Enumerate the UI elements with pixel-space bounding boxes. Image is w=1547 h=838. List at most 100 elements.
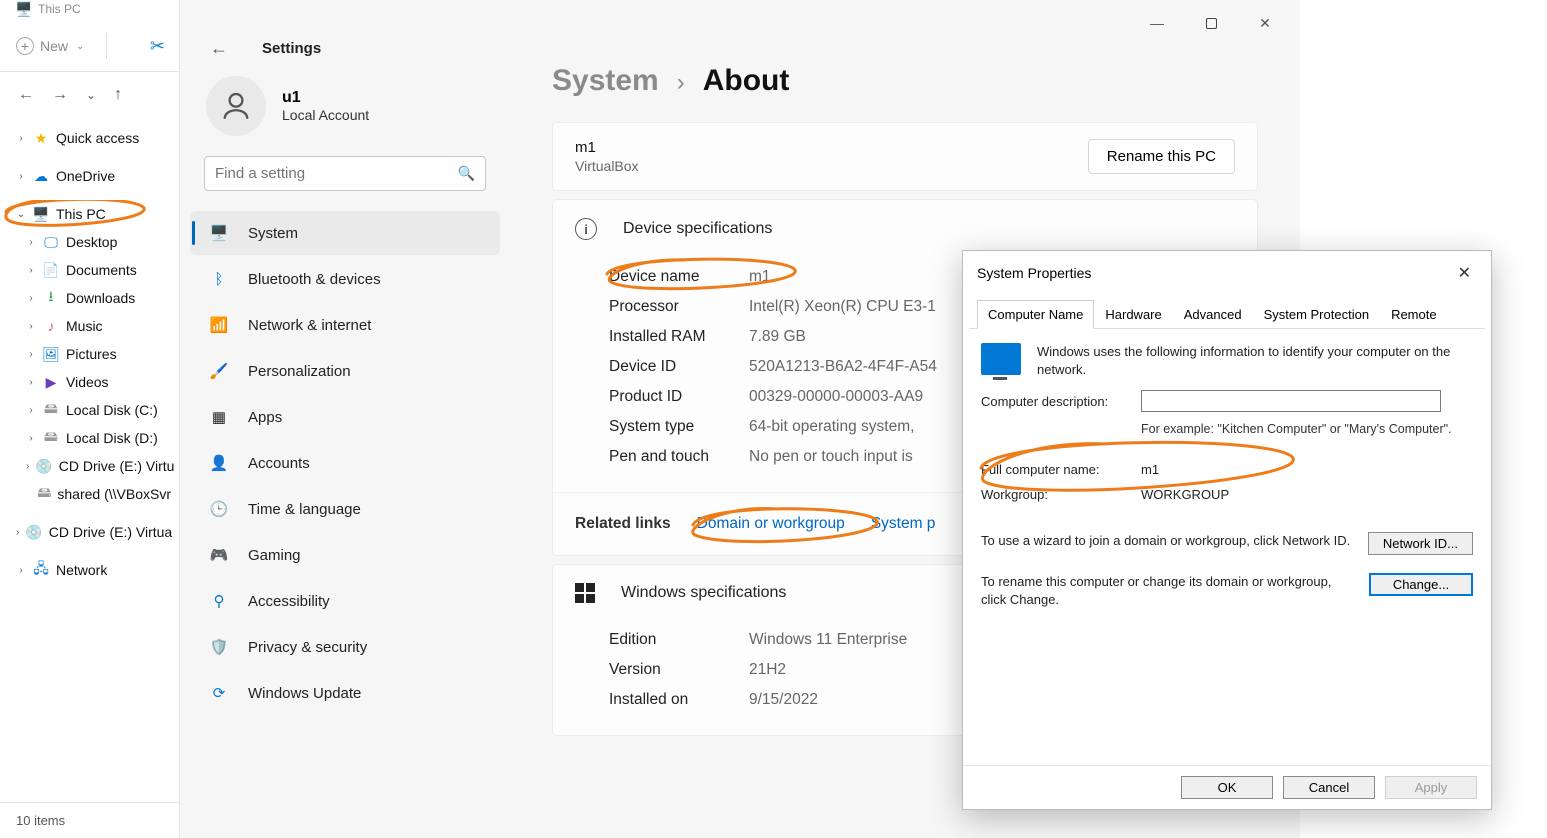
nav-network[interactable]: 📶Network & internet <box>190 303 500 347</box>
plus-icon: + <box>16 37 34 55</box>
change-button[interactable]: Change... <box>1369 573 1473 596</box>
nav-apps[interactable]: ▦Apps <box>190 395 500 439</box>
tree-network[interactable]: ›🖧Network <box>0 556 179 584</box>
spec-value: Intel(R) Xeon(R) CPU E3-1 <box>749 298 936 316</box>
tree-label: This PC <box>56 206 106 222</box>
tree-label: Local Disk (D:) <box>66 430 158 446</box>
spec-value: 64-bit operating system, <box>749 418 914 436</box>
desktop-icon: 🖵 <box>42 234 60 250</box>
tree-videos[interactable]: ›▶Videos <box>0 368 179 396</box>
tree-label: Pictures <box>66 346 117 362</box>
tab-computer-name[interactable]: Computer Name <box>977 300 1094 329</box>
pc-model: VirtualBox <box>575 158 639 174</box>
nav-update[interactable]: ⟳Windows Update <box>190 671 500 715</box>
toolbar-divider <box>106 33 107 59</box>
tree-local-c[interactable]: ›🖴Local Disk (C:) <box>0 396 179 424</box>
nav-label: Personalization <box>248 363 351 380</box>
pc-header-card: m1 VirtualBox Rename this PC <box>552 122 1258 191</box>
nav-label: Gaming <box>248 547 301 564</box>
info-icon: i <box>575 218 597 240</box>
spec-label: Installed RAM <box>609 328 749 346</box>
tree-this-pc[interactable]: ⌄🖥️This PC <box>0 200 179 228</box>
nav-system[interactable]: 🖥️System <box>190 211 500 255</box>
windows-spec-title: Windows specifications <box>621 584 786 602</box>
nav-label: Bluetooth & devices <box>248 271 381 288</box>
workgroup-label: Workgroup: <box>981 487 1141 502</box>
breadcrumb-root[interactable]: System <box>552 64 659 98</box>
dialog-close-button[interactable]: ✕ <box>1450 259 1479 287</box>
pc-icon: 🖥️ <box>15 1 33 17</box>
nav-accessibility[interactable]: ⚲Accessibility <box>190 579 500 623</box>
description-hint: For example: "Kitchen Computer" or "Mary… <box>1141 422 1473 436</box>
star-icon: ★ <box>32 130 50 146</box>
tree-shared[interactable]: 🖴shared (\\VBoxSvr <box>0 480 179 508</box>
spec-value: 21H2 <box>749 661 786 679</box>
tab-advanced[interactable]: Advanced <box>1173 300 1253 329</box>
tree-label: CD Drive (E:) Virtu <box>59 458 175 474</box>
network-id-button[interactable]: Network ID... <box>1368 532 1473 555</box>
tree-onedrive[interactable]: ›☁OneDrive <box>0 162 179 190</box>
settings-search[interactable]: 🔍 <box>204 156 486 191</box>
nav-recent-button[interactable]: ⌄ <box>86 88 96 102</box>
nav-gaming[interactable]: 🎮Gaming <box>190 533 500 577</box>
system-protection-link[interactable]: System p <box>871 515 936 533</box>
spec-label: Product ID <box>609 388 749 406</box>
chevron-down-icon: ⌄ <box>76 41 84 52</box>
nav-label: Time & language <box>248 501 361 518</box>
user-profile[interactable]: u1 Local Account <box>186 70 504 156</box>
rename-pc-button[interactable]: Rename this PC <box>1088 139 1235 174</box>
computer-description-input[interactable] <box>1141 390 1441 412</box>
apply-button[interactable]: Apply <box>1385 776 1477 799</box>
tree-cd-e2[interactable]: ›💿CD Drive (E:) Virtua <box>0 518 179 546</box>
maximize-button[interactable] <box>1188 7 1234 39</box>
nav-label: Accounts <box>248 455 310 472</box>
nav-label: Privacy & security <box>248 639 367 656</box>
tree-music[interactable]: ›♪Music <box>0 312 179 340</box>
search-input[interactable] <box>215 165 458 182</box>
breadcrumb-sep: › <box>677 69 685 97</box>
new-label: New <box>40 38 68 54</box>
explorer-title: This PC <box>38 2 81 16</box>
nav-time[interactable]: 🕒 Time & language <box>190 487 500 531</box>
spec-value: 9/15/2022 <box>749 691 818 709</box>
tab-remote[interactable]: Remote <box>1380 300 1448 329</box>
nav-forward-button[interactable]: → <box>52 86 68 104</box>
pictures-icon: 🖼 <box>42 346 60 362</box>
ok-button[interactable]: OK <box>1181 776 1273 799</box>
nav-privacy[interactable]: 🛡️Privacy & security <box>190 625 500 669</box>
spec-label: Edition <box>609 631 749 649</box>
spec-value: 00329-00000-00003-AA9 <box>749 388 923 406</box>
tree-downloads[interactable]: ›⭳Downloads <box>0 284 179 312</box>
tree-quick-access[interactable]: ›★Quick access <box>0 124 179 152</box>
tree-desktop[interactable]: ›🖵Desktop <box>0 228 179 256</box>
spec-value: No pen or touch input is <box>749 448 913 466</box>
search-icon: 🔍 <box>458 165 475 182</box>
tree-label: Quick access <box>56 130 139 146</box>
nav-back-button[interactable]: ← <box>18 86 34 104</box>
tab-system-protection[interactable]: System Protection <box>1253 300 1381 329</box>
change-text: To rename this computer or change its do… <box>981 573 1355 608</box>
close-button[interactable]: ✕ <box>1242 7 1288 39</box>
network-id-text: To use a wizard to join a domain or work… <box>981 532 1354 550</box>
dialog-title: System Properties <box>977 265 1091 281</box>
nav-label: Accessibility <box>248 593 330 610</box>
minimize-button[interactable]: — <box>1134 7 1180 39</box>
pc-name: m1 <box>575 139 639 156</box>
nav-personalization[interactable]: 🖌️Personalization <box>190 349 500 393</box>
cancel-button[interactable]: Cancel <box>1283 776 1375 799</box>
tree-pictures[interactable]: ›🖼Pictures <box>0 340 179 368</box>
tree-documents[interactable]: ›📄Documents <box>0 256 179 284</box>
tree-label: Local Disk (C:) <box>66 402 158 418</box>
domain-workgroup-link[interactable]: Domain or workgroup <box>697 515 845 532</box>
tree-cd-e1[interactable]: ›💿CD Drive (E:) Virtu <box>0 452 179 480</box>
nav-accounts[interactable]: 👤Accounts <box>190 441 500 485</box>
cut-icon[interactable]: ✂ <box>146 36 169 57</box>
network-drive-icon: 🖴 <box>37 486 51 502</box>
nav-bluetooth[interactable]: ᛒBluetooth & devices <box>190 257 500 301</box>
nav-up-button[interactable]: ↑ <box>114 86 122 104</box>
new-button[interactable]: + New ⌄ <box>10 33 90 59</box>
clock-icon: 🕒 <box>208 499 230 519</box>
tab-hardware[interactable]: Hardware <box>1094 300 1172 329</box>
tree-local-d[interactable]: ›🖴Local Disk (D:) <box>0 424 179 452</box>
wifi-icon: 📶 <box>208 315 230 335</box>
